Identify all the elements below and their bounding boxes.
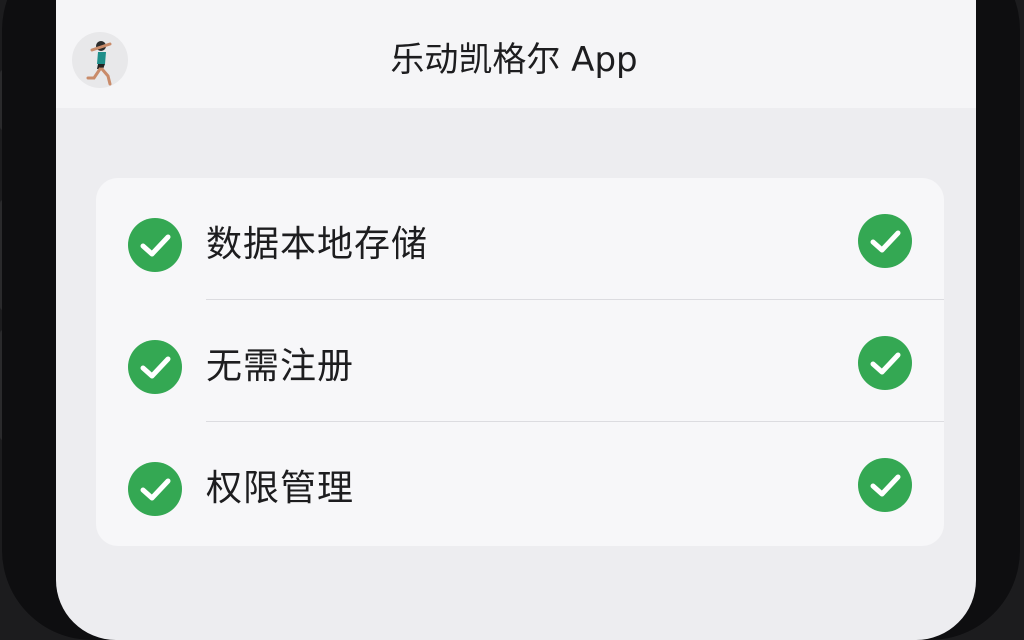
feature-label: 无需注册 — [206, 346, 355, 387]
app-title: 乐动凯格尔 App — [390, 40, 638, 80]
check-circle-icon — [128, 218, 182, 272]
feature-label: 权限管理 — [206, 468, 355, 509]
check-circle-icon[interactable] — [858, 214, 912, 268]
feature-row-permissions[interactable]: 权限管理 — [96, 422, 944, 544]
phone-screen: 乐动凯格尔 App 数据本地存储 无需注册 权限管理 — [56, 0, 976, 640]
check-circle-icon — [128, 340, 182, 394]
phone-device: 乐动凯格尔 App 数据本地存储 无需注册 权限管理 — [0, 0, 1024, 640]
feature-label: 数据本地存储 — [206, 224, 429, 265]
feature-row-local-storage[interactable]: 数据本地存储 — [96, 178, 944, 300]
features-card: 数据本地存储 无需注册 权限管理 — [96, 178, 944, 546]
feature-row-no-registration[interactable]: 无需注册 — [96, 300, 944, 422]
check-circle-icon[interactable] — [858, 458, 912, 512]
check-circle-icon[interactable] — [858, 336, 912, 390]
nav-bar: 乐动凯格尔 App — [56, 0, 976, 108]
check-circle-icon — [128, 462, 182, 516]
